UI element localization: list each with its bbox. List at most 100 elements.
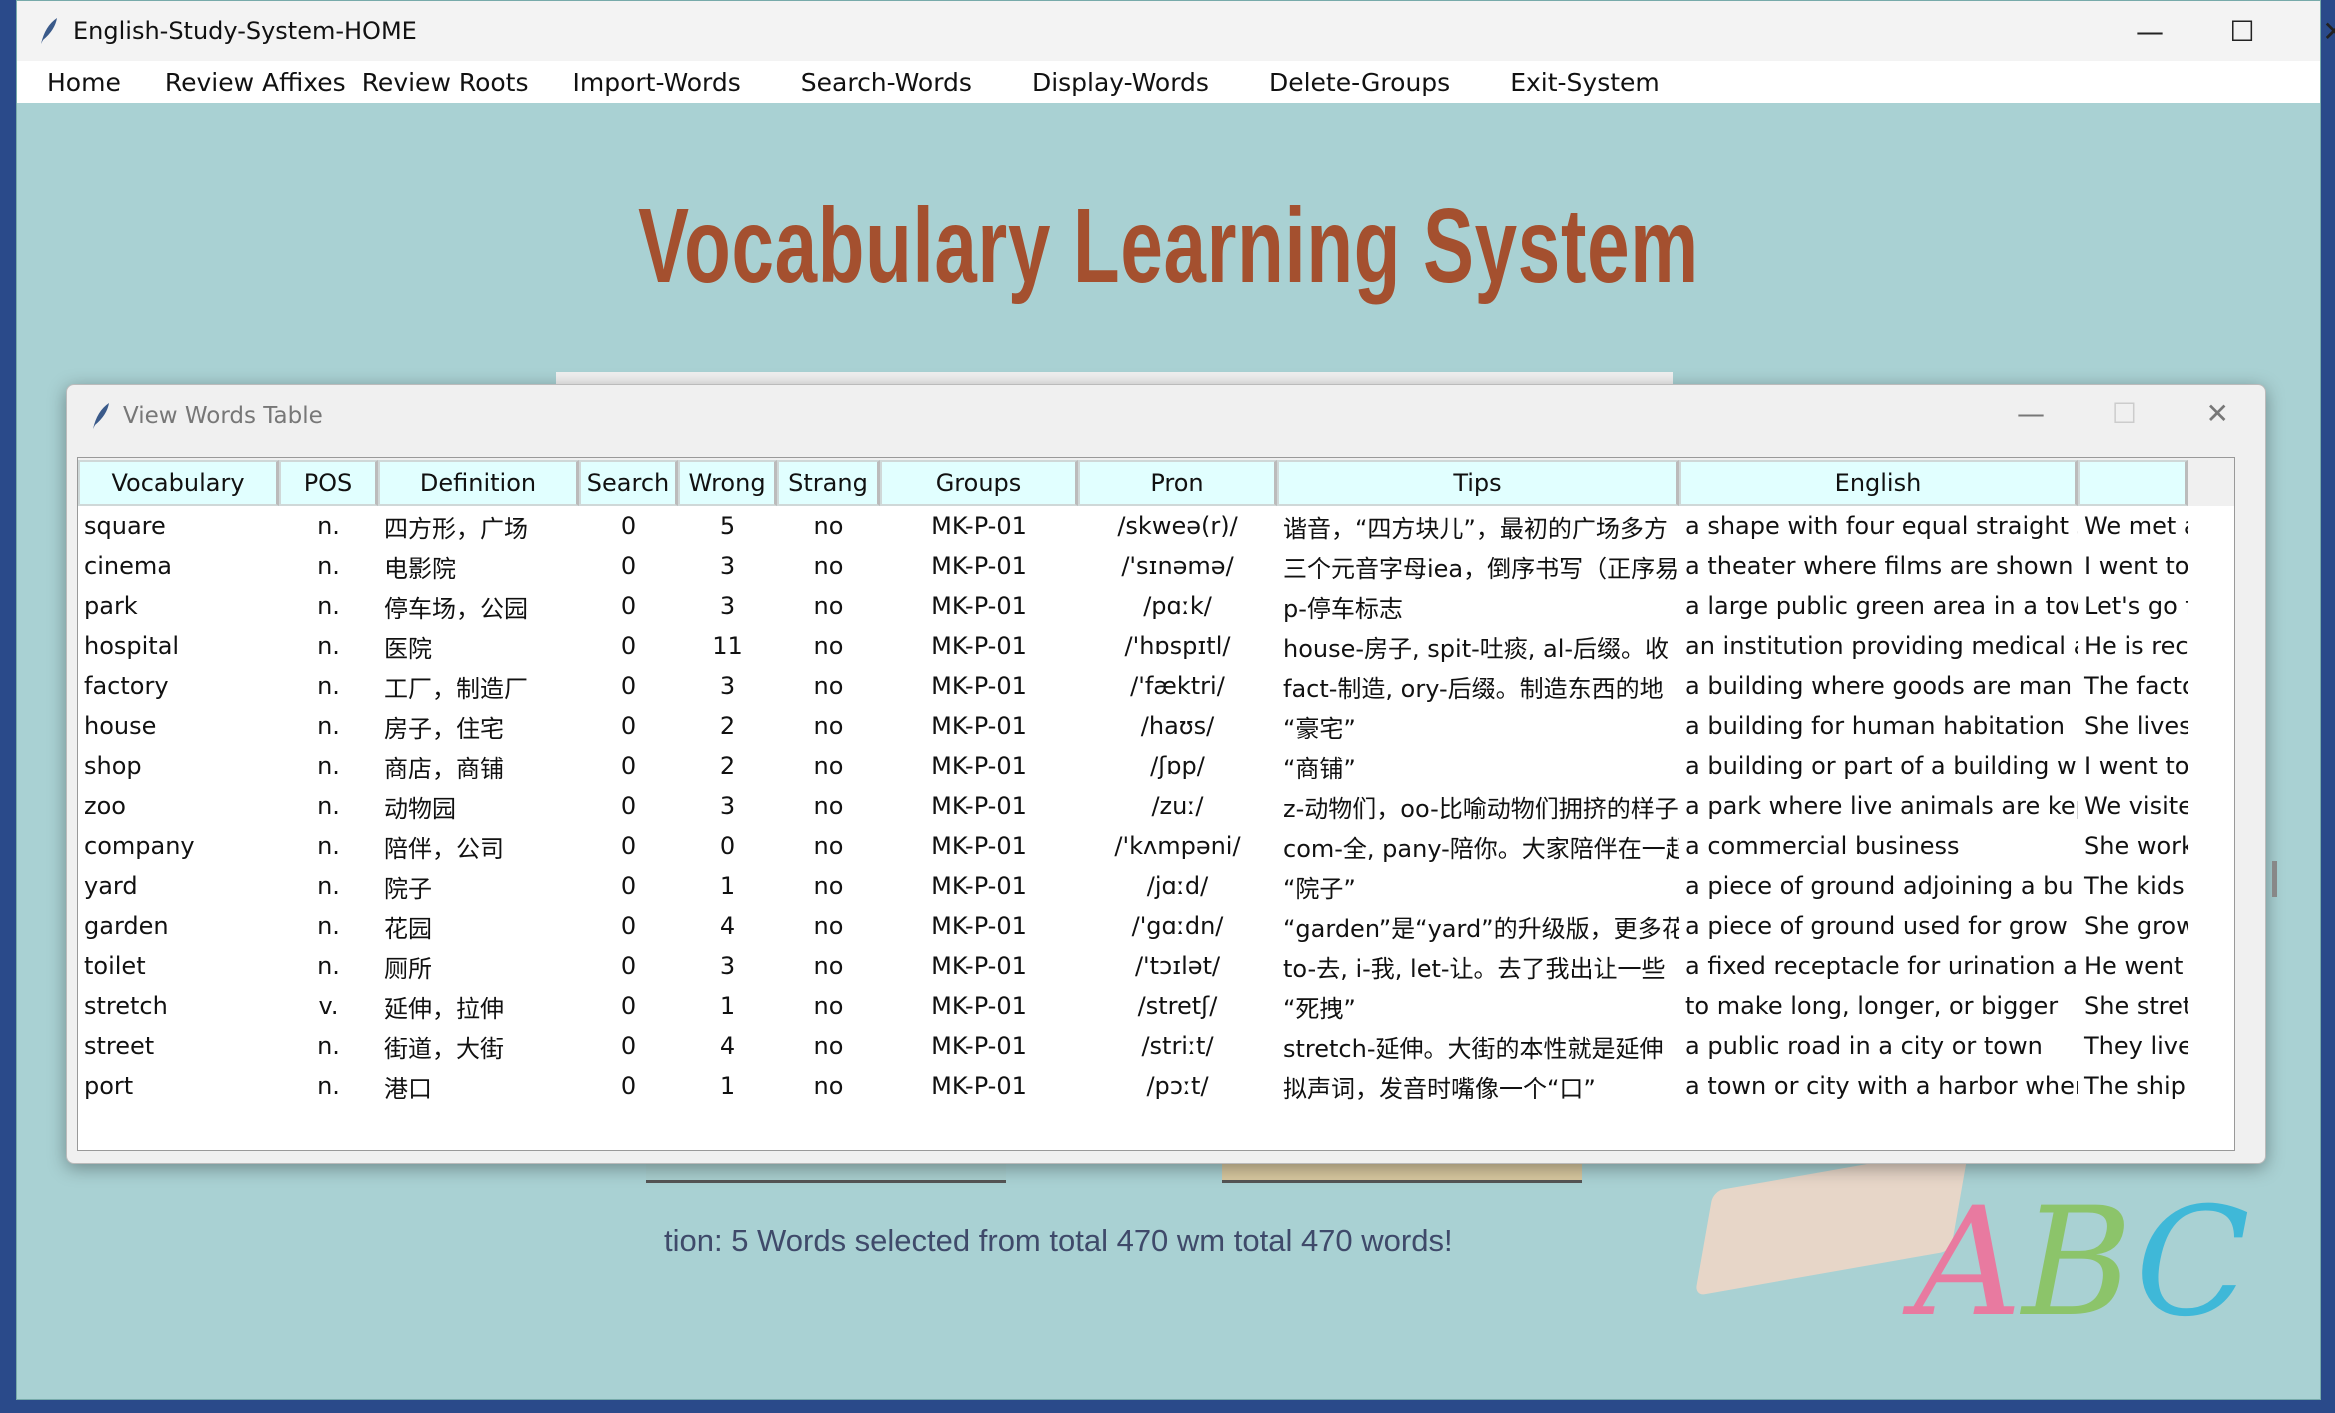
- input-bar[interactable]: [556, 372, 1673, 384]
- menu-display-words[interactable]: Display-Words: [1032, 68, 1209, 97]
- menu-delete-groups[interactable]: Delete-Groups: [1269, 68, 1450, 97]
- cell-wrong: 2: [719, 712, 736, 740]
- cell-strange: no: [813, 512, 844, 540]
- table-row[interactable]: toilet n. 厕所 0 3 no MK-P-01 /'tɔɪlət/to-去, i-我,…: [78, 946, 2234, 986]
- table-row[interactable]: street n. 街道，大街 0 4 no MK-P-01/striːt/stretch-…: [78, 1026, 2234, 1066]
- cell-pron: /'tɔɪlət/: [1134, 952, 1221, 980]
- cell-vocabulary: cinema: [84, 552, 172, 580]
- column-header-example[interactable]: [2078, 460, 2188, 506]
- table-row[interactable]: zoo n. 动物园 0 3 no MK-P-01/zuː/z-动物们，oo-比喻动物们拥挤…: [78, 786, 2234, 826]
- cell-definition: 工厂，制造厂: [384, 674, 528, 703]
- cell-definition: 延伸，拉伸: [384, 994, 504, 1023]
- menu-review-affixes[interactable]: Review Affixes: [165, 68, 346, 97]
- cell-vocabulary: yard: [84, 872, 138, 900]
- cell-vocabulary: park: [84, 592, 138, 620]
- column-header-vocabulary[interactable]: Vocabulary: [78, 460, 279, 506]
- cell-definition: 房子，住宅: [384, 714, 504, 743]
- cell-english: a town or city with a harbor wher: [1685, 1072, 2078, 1100]
- cell-english: a shape with four equal straight s: [1685, 512, 2078, 540]
- dialog-minimize-button[interactable]: —: [2017, 397, 2045, 430]
- cell-tips: to-去, i-我, let-让。去了我出让一些: [1283, 954, 1666, 983]
- cell-english: a building where goods are man: [1685, 672, 2073, 700]
- cell-definition: 电影院: [384, 554, 456, 583]
- menu-exit-system[interactable]: Exit-System: [1510, 68, 1660, 97]
- cell-example: We visited th: [2084, 792, 2188, 820]
- column-header-tips[interactable]: Tips: [1277, 460, 1679, 506]
- cell-wrong: 4: [719, 912, 736, 940]
- cell-search: 0: [620, 552, 637, 580]
- abc-logo: ABC: [1913, 1176, 2250, 1350]
- cell-pos: v.: [318, 992, 339, 1020]
- table-row[interactable]: garden n. 花园 0 4 no MK-P-01 /'gɑːdn/ “garden”是“y…: [78, 906, 2234, 946]
- cell-wrong: 4: [719, 1032, 736, 1060]
- dialog-maximize-button[interactable]: ☐: [2112, 397, 2137, 430]
- cell-wrong: 2: [719, 752, 736, 780]
- cell-search: 0: [620, 872, 637, 900]
- table-row[interactable]: shop n. 商店，商铺 0 2 no MK-P-01/ʃɒp/ “商铺” a buildin…: [78, 746, 2234, 786]
- column-header-wrong[interactable]: Wrong: [678, 460, 777, 506]
- cell-search: 0: [620, 712, 637, 740]
- cell-strange: no: [813, 792, 844, 820]
- column-header-search[interactable]: Search: [579, 460, 678, 506]
- cell-vocabulary: toilet: [84, 952, 146, 980]
- column-header-strange[interactable]: Strang: [777, 460, 880, 506]
- cell-pos: n.: [317, 952, 340, 980]
- table-row[interactable]: yard n. 院子 0 1 no MK-P-01/jɑːd/ “院子” a piece of …: [78, 866, 2234, 906]
- menu-import-words[interactable]: Import-Words: [573, 68, 741, 97]
- table-row[interactable]: house n. 房子，住宅 0 2 no MK-P-01/haʊs/ “豪宅” a build…: [78, 706, 2234, 746]
- maximize-button[interactable]: ☐: [2196, 1, 2288, 61]
- cell-pos: n.: [317, 592, 340, 620]
- cell-definition: 医院: [384, 634, 432, 663]
- column-header-pos[interactable]: POS: [279, 460, 378, 506]
- column-header-english[interactable]: English: [1679, 460, 2078, 506]
- cell-english: a building or part of a building w: [1685, 752, 2077, 780]
- column-header-definition[interactable]: Definition: [378, 460, 579, 506]
- vertical-scrollbar[interactable]: [2272, 861, 2277, 897]
- table-row[interactable]: factory n. 工厂，制造厂 0 3 no MK-P-01 /'fæktri/fact-…: [78, 666, 2234, 706]
- table-row[interactable]: port n. 港口 0 1 no MK-P-01/pɔːt/拟声词，发音时嘴像一个“口” a…: [78, 1066, 2234, 1106]
- cell-wrong: 0: [719, 832, 736, 860]
- cell-pos: n.: [317, 712, 340, 740]
- cell-strange: no: [813, 552, 844, 580]
- cell-pron: /stretʃ/: [1137, 992, 1218, 1020]
- table-row[interactable]: cinema n. 电影院 0 3 no MK-P-01 /'sɪnəmə/三个元音字母iea…: [78, 546, 2234, 586]
- cell-groups: MK-P-01: [931, 512, 1027, 540]
- cell-example: The ship arri: [2084, 1072, 2188, 1100]
- cell-definition: 动物园: [384, 794, 456, 823]
- cell-pos: n.: [317, 1072, 340, 1100]
- cell-vocabulary: house: [84, 712, 157, 740]
- words-table: Vocabulary POS Definition Search Wrong Strang…: [77, 457, 2235, 1151]
- dialog-close-button[interactable]: ✕: [2206, 397, 2229, 430]
- menu-review-roots[interactable]: Review Roots: [362, 68, 529, 97]
- table-row[interactable]: park n. 停车场，公园 0 3 no MK-P-01/pɑːk/p-停车标志 a lar…: [78, 586, 2234, 626]
- cell-wrong: 1: [719, 992, 736, 1020]
- action-button-2[interactable]: [1222, 1161, 1582, 1183]
- cell-pron: /'kʌmpəni/: [1114, 832, 1241, 860]
- cell-example: I went to the: [2084, 552, 2188, 580]
- cell-english: a piece of ground adjoining a bu: [1685, 872, 2074, 900]
- column-header-pron[interactable]: Pron: [1078, 460, 1277, 506]
- cell-example: She lives in a: [2084, 712, 2188, 740]
- column-header-groups[interactable]: Groups: [880, 460, 1078, 506]
- cell-definition: 商店，商铺: [384, 754, 504, 783]
- cell-vocabulary: garden: [84, 912, 169, 940]
- menu-search-words[interactable]: Search-Words: [801, 68, 972, 97]
- dialog-title: View Words Table: [123, 403, 323, 429]
- table-row[interactable]: stretch v. 延伸，拉伸 0 1 no MK-P-01/stretʃ/ “死拽” to …: [78, 986, 2234, 1026]
- table-row[interactable]: hospital n. 医院 0 11 no MK-P-01 /'hɒspɪtl/house-…: [78, 626, 2234, 666]
- table-row[interactable]: square n. 四方形，广场 0 5 no MK-P-01/skweə(r)/ 谐音，“四…: [78, 506, 2234, 546]
- cell-tips: stretch-延伸。大街的本性就是延伸: [1283, 1034, 1664, 1063]
- menu-home[interactable]: Home: [47, 68, 121, 97]
- menu-bar: Home Review Affixes Review Roots Import-…: [17, 61, 2320, 103]
- cell-strange: no: [813, 952, 844, 980]
- cell-groups: MK-P-01: [931, 912, 1027, 940]
- action-button-1[interactable]: [646, 1161, 1006, 1183]
- minimize-button[interactable]: —: [2104, 1, 2196, 61]
- table-row[interactable]: company n. 陪伴，公司 0 0 no MK-P-01 /'kʌmpəni/com-全…: [78, 826, 2234, 866]
- cell-pos: n.: [317, 632, 340, 660]
- cell-pos: n.: [317, 512, 340, 540]
- cell-english: a large public green area in a tow: [1685, 592, 2078, 620]
- close-button[interactable]: ✕: [2288, 1, 2335, 61]
- cell-example: I went to the: [2084, 752, 2188, 780]
- cell-example: They live on a: [2084, 1032, 2188, 1060]
